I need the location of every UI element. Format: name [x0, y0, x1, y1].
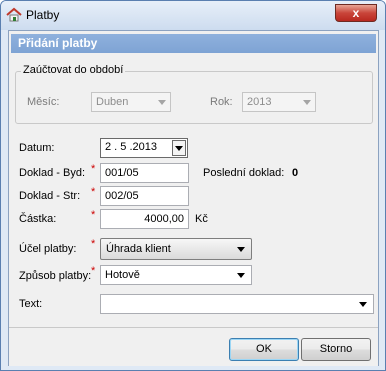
window-title: Platby: [26, 8, 60, 22]
month-value: Duben: [96, 96, 129, 108]
method-value: Hotově: [105, 269, 140, 281]
purpose-select[interactable]: Úhrada klient: [100, 238, 252, 260]
chevron-down-icon: [158, 100, 166, 105]
year-value: 2013: [247, 96, 272, 108]
doc-str-label: Doklad - Str:: [19, 190, 81, 202]
dialog-window: Platby x Přidání platby Zaúčtovat do obd…: [0, 0, 386, 371]
cancel-button[interactable]: Storno: [301, 338, 371, 361]
date-value: 2 . 5 .2013: [105, 141, 157, 153]
close-button[interactable]: x: [335, 4, 377, 22]
required-marker: *: [91, 265, 96, 277]
year-select[interactable]: 2013: [242, 92, 316, 112]
chevron-down-icon: [175, 146, 183, 151]
home-money-icon: [6, 7, 22, 22]
amount-label: Částka:: [19, 213, 57, 225]
month-label: Měsíc:: [27, 96, 60, 108]
button-bar: OK Storno: [9, 327, 378, 366]
date-label: Datum:: [19, 142, 55, 154]
required-marker: *: [91, 163, 96, 175]
method-label: Způsob platby:: [19, 270, 92, 282]
month-select[interactable]: Duben: [91, 92, 171, 112]
purpose-value: Úhrada klient: [106, 243, 171, 255]
chevron-down-icon: [303, 100, 311, 105]
doc-byd-label: Doklad - Byd:: [19, 167, 86, 179]
text-label: Text:: [19, 298, 43, 310]
calendar-dropdown-button[interactable]: [172, 140, 186, 156]
period-groupbox: Zaúčtovat do období Měsíc: Duben Rok: 20…: [15, 64, 373, 124]
dialog-body: Přidání platby Zaúčtovat do období Měsíc…: [8, 30, 379, 366]
required-marker: *: [91, 186, 96, 198]
year-label: Rok:: [210, 96, 233, 108]
text-combobox[interactable]: [100, 294, 374, 314]
section-header: Přidání platby: [11, 34, 376, 53]
date-picker[interactable]: 2 . 5 .2013: [100, 138, 188, 158]
required-marker: *: [91, 209, 96, 221]
doc-byd-input[interactable]: 001/05: [100, 163, 189, 183]
period-legend: Zaúčtovat do období: [21, 64, 126, 76]
purpose-label: Účel platby:: [19, 243, 77, 255]
required-marker: *: [91, 238, 96, 250]
doc-str-input[interactable]: 002/05: [100, 186, 189, 206]
ok-button[interactable]: OK: [229, 338, 299, 361]
last-doc-label: Poslední doklad:: [203, 167, 285, 179]
chevron-down-icon: [237, 273, 245, 278]
last-doc-value: 0: [292, 167, 299, 179]
title-bar[interactable]: Platby x: [1, 1, 385, 30]
chevron-down-icon: [237, 247, 245, 252]
method-select[interactable]: Hotově: [100, 265, 252, 285]
currency-label: Kč: [195, 213, 208, 225]
amount-input[interactable]: 4000,00: [100, 209, 189, 229]
chevron-down-icon: [359, 302, 367, 307]
